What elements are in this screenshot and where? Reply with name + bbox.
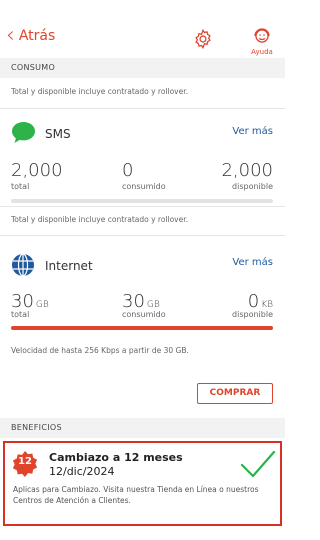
- chevron-left-icon: ‹: [6, 23, 15, 48]
- divider: [0, 235, 285, 236]
- sms-available-value: 2,000: [221, 160, 273, 181]
- benefit-date: 12/dic/2024: [49, 465, 115, 478]
- benefit-card[interactable]: 12 Cambiazo a 12 meses 12/dic/2024 Aplic…: [3, 441, 282, 526]
- sms-available-label: disponible: [232, 182, 273, 191]
- sms-total-value: 2,000: [11, 160, 63, 181]
- help-button[interactable]: Ayuda: [247, 26, 277, 56]
- benefit-description: Aplicas para Cambiazo. Visita nuestra Ti…: [13, 485, 259, 505]
- internet-consumed-value: 30: [122, 291, 145, 312]
- divider: [0, 206, 285, 207]
- sms-total-label: total: [11, 182, 30, 191]
- gear-icon[interactable]: [192, 28, 214, 50]
- support-agent-icon: [254, 28, 270, 43]
- sms-consumed-value: 0: [122, 160, 134, 181]
- sms-consumed-label: consumido: [122, 182, 166, 191]
- sms-note: Total y disponible incluye contratado y …: [11, 215, 189, 224]
- internet-ver-mas-link[interactable]: Ver más: [232, 257, 273, 268]
- sms-title: SMS: [45, 127, 71, 141]
- benefit-title: Cambiazo a 12 meses: [49, 451, 183, 464]
- comprar-button[interactable]: COMPRAR: [197, 383, 273, 404]
- internet-consumed: 30 GB: [122, 291, 160, 312]
- chat-bubble-icon: [12, 122, 35, 143]
- internet-total: 30 GB: [11, 291, 49, 312]
- back-label: Atrás: [18, 28, 56, 44]
- internet-total-label: total: [11, 310, 30, 319]
- internet-total-unit: GB: [35, 300, 49, 310]
- sms-usage-bar: [11, 199, 273, 203]
- internet-consumed-label: consumido: [122, 310, 166, 319]
- consumo-note: Total y disponible incluye contratado y …: [11, 87, 189, 96]
- internet-available: 0 KB: [248, 291, 273, 312]
- internet-available-unit: KB: [261, 300, 273, 310]
- globe-icon: [12, 253, 34, 277]
- internet-available-value: 0: [247, 291, 260, 312]
- top-bar: ‹ Atrás Ayuda: [0, 0, 285, 58]
- internet-consumed-unit: GB: [146, 300, 160, 310]
- checkmark-icon: [240, 450, 276, 478]
- internet-usage-bar: [11, 326, 273, 330]
- internet-usage-fill: [11, 326, 273, 330]
- sms-ver-mas-link[interactable]: Ver más: [232, 126, 273, 137]
- back-button[interactable]: ‹ Atrás: [6, 23, 56, 48]
- divider: [0, 108, 285, 109]
- help-label: Ayuda: [251, 48, 273, 56]
- internet-title: Internet: [45, 259, 93, 273]
- internet-note: Velocidad de hasta 256 Kbps a partir de …: [11, 346, 189, 355]
- badge-number: 12: [18, 456, 32, 467]
- internet-available-label: disponible: [232, 310, 273, 319]
- consumo-section-header: CONSUMO: [0, 58, 285, 78]
- beneficios-section-header: BENEFICIOS: [0, 418, 285, 438]
- internet-total-value: 30: [11, 291, 34, 312]
